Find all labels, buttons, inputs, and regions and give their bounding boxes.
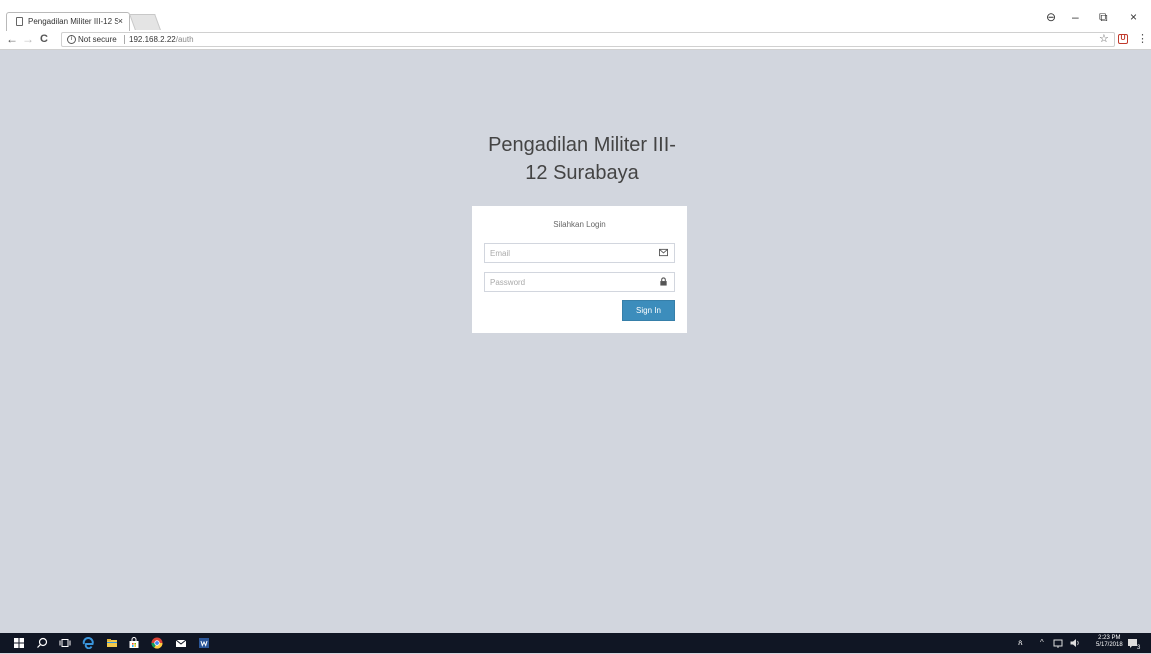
chevron-up-icon[interactable]: ^ xyxy=(1040,637,1044,649)
account-icon[interactable]: ⊖ xyxy=(1046,10,1056,24)
login-message: Silahkan Login xyxy=(553,220,606,229)
reload-icon[interactable]: C xyxy=(40,32,48,47)
address-bar[interactable]: i Not secure 192.168.2.22/auth ☆ xyxy=(61,32,1115,47)
people-icon[interactable]: ጰ xyxy=(1018,637,1023,649)
notification-count: 3 xyxy=(1137,645,1141,651)
login-box: Silahkan Login Sign In xyxy=(472,206,687,333)
store-icon[interactable] xyxy=(128,637,140,649)
task-view-icon[interactable] xyxy=(59,637,71,649)
restore-button[interactable]: ⧉ xyxy=(1099,10,1108,24)
mail-icon[interactable] xyxy=(175,637,187,649)
address-separator xyxy=(124,35,125,44)
site-title-line2: 12 Surabaya xyxy=(525,162,639,184)
word-icon[interactable] xyxy=(198,637,210,649)
tab-title: Pengadilan Militer III-12 S xyxy=(28,17,118,26)
url-text[interactable]: 192.168.2.22/auth xyxy=(129,33,194,46)
browser-tab-bar: Pengadilan Militer III-12 S × ⊖ – ⧉ × xyxy=(0,0,1151,32)
file-explorer-icon[interactable] xyxy=(106,637,118,649)
email-field[interactable] xyxy=(484,243,675,263)
volume-icon[interactable] xyxy=(1069,637,1081,649)
system-clock[interactable]: 2:23 PM 5/17/2018 xyxy=(1096,635,1123,649)
browser-menu-icon[interactable]: ⋮ xyxy=(1137,33,1148,46)
sign-in-button[interactable]: Sign In xyxy=(622,300,675,321)
security-label[interactable]: Not secure xyxy=(78,33,117,46)
bookmark-star-icon[interactable]: ☆ xyxy=(1099,33,1109,46)
search-icon[interactable] xyxy=(36,637,48,649)
page-content: Pengadilan Militer III- 12 Surabaya Sila… xyxy=(8,50,1151,632)
site-title: Pengadilan Militer III- 12 Surabaya xyxy=(452,131,712,187)
browser-tab-active[interactable]: Pengadilan Militer III-12 S × xyxy=(6,12,130,31)
start-icon[interactable] xyxy=(13,637,25,649)
page-icon xyxy=(16,17,23,26)
minimize-button[interactable]: – xyxy=(1072,10,1079,24)
browser-toolbar: ← → C i Not secure 192.168.2.22/auth ☆ U… xyxy=(0,31,1151,50)
lock-icon xyxy=(660,277,667,286)
url-host: 192.168.2.22 xyxy=(129,35,176,44)
envelope-icon xyxy=(659,248,668,257)
new-tab-button[interactable] xyxy=(129,14,161,30)
clock-date: 5/17/2018 xyxy=(1096,642,1123,648)
tab-close-icon[interactable]: × xyxy=(118,13,123,30)
extension-icon[interactable]: U xyxy=(1118,34,1128,44)
windows-taskbar: ጰ ^ 2:23 PM 5/17/2018 3 xyxy=(0,633,1151,653)
close-window-button[interactable]: × xyxy=(1130,10,1137,24)
edge-icon[interactable] xyxy=(82,637,94,649)
network-icon[interactable] xyxy=(1052,637,1064,649)
password-input[interactable] xyxy=(485,273,660,291)
forward-icon[interactable]: → xyxy=(22,32,34,47)
info-icon[interactable]: i xyxy=(67,35,76,44)
clock-time: 2:23 PM xyxy=(1098,635,1121,641)
chrome-icon[interactable] xyxy=(151,637,163,649)
back-icon[interactable]: ← xyxy=(6,32,18,47)
site-title-line1: Pengadilan Militer III- xyxy=(488,134,676,156)
email-input[interactable] xyxy=(485,244,660,262)
url-path: /auth xyxy=(175,35,194,44)
password-field[interactable] xyxy=(484,272,675,292)
